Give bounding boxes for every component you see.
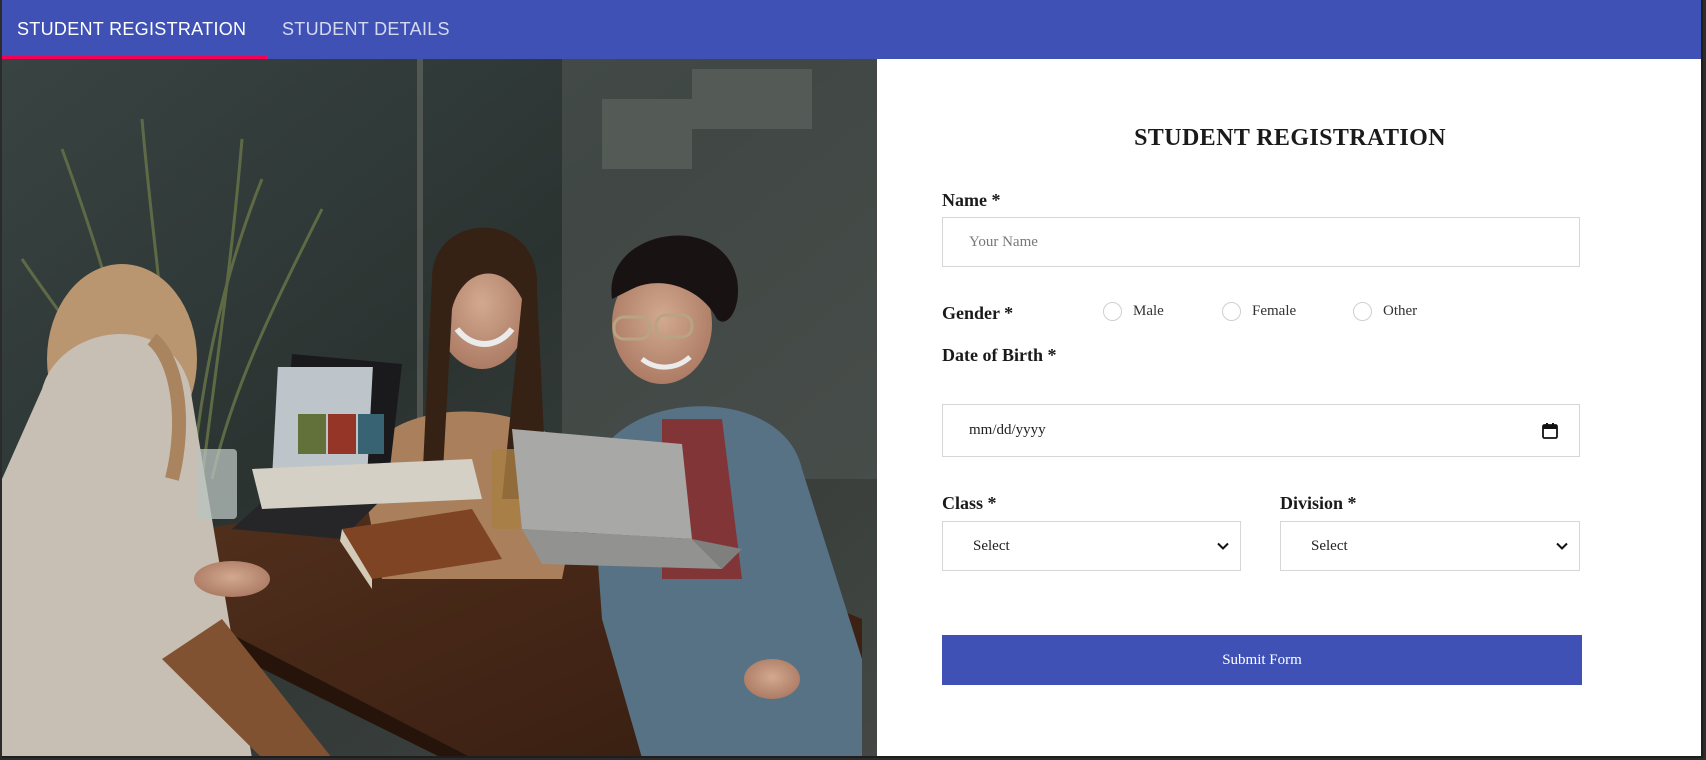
radio-circle[interactable] xyxy=(1103,302,1122,321)
dob-value: mm/dd/yyyy xyxy=(969,422,1046,438)
registration-form-panel: STUDENT REGISTRATION Name * Gender * Mal… xyxy=(877,59,1701,756)
chevron-down-icon xyxy=(1217,542,1229,550)
class-select-value: Select xyxy=(973,537,1010,554)
gender-radio-female[interactable]: Female xyxy=(1222,302,1296,321)
radio-circle[interactable] xyxy=(1222,302,1241,321)
tab-student-registration[interactable]: STUDENT REGISTRATION xyxy=(2,0,267,59)
chevron-down-icon xyxy=(1556,542,1568,550)
dob-label: Date of Birth * xyxy=(942,345,1057,365)
class-select[interactable]: Select xyxy=(942,521,1241,571)
name-input[interactable] xyxy=(943,218,1579,266)
gender-radio-other[interactable]: Other xyxy=(1353,302,1417,321)
calendar-icon[interactable] xyxy=(1541,422,1559,440)
division-select-value: Select xyxy=(1311,537,1348,554)
submit-form-button[interactable]: Submit Form xyxy=(942,635,1582,685)
tab-label: STUDENT REGISTRATION xyxy=(17,19,247,39)
tab-label: STUDENT DETAILS xyxy=(282,19,450,39)
radio-circle[interactable] xyxy=(1353,302,1372,321)
name-field-wrapper xyxy=(942,217,1580,267)
app-window: STUDENT REGISTRATION STUDENT DETAILS STU… xyxy=(2,0,1703,758)
division-label: Division * xyxy=(1280,493,1357,513)
division-select[interactable]: Select xyxy=(1280,521,1580,571)
radio-label-female: Female xyxy=(1252,303,1297,319)
hero-photo xyxy=(2,59,877,756)
top-tab-bar: STUDENT REGISTRATION STUDENT DETAILS xyxy=(2,0,1701,59)
tab-student-details[interactable]: STUDENT DETAILS xyxy=(267,0,465,59)
radio-label-other: Other xyxy=(1383,303,1418,319)
dob-input[interactable]: mm/dd/yyyy xyxy=(942,404,1580,457)
gender-label: Gender * xyxy=(942,303,1014,323)
class-label: Class * xyxy=(942,493,997,513)
radio-label-male: Male xyxy=(1133,303,1164,319)
name-label: Name * xyxy=(942,190,1001,210)
gender-radio-male[interactable]: Male xyxy=(1103,302,1164,321)
form-title: STUDENT REGISTRATION xyxy=(1134,125,1446,151)
